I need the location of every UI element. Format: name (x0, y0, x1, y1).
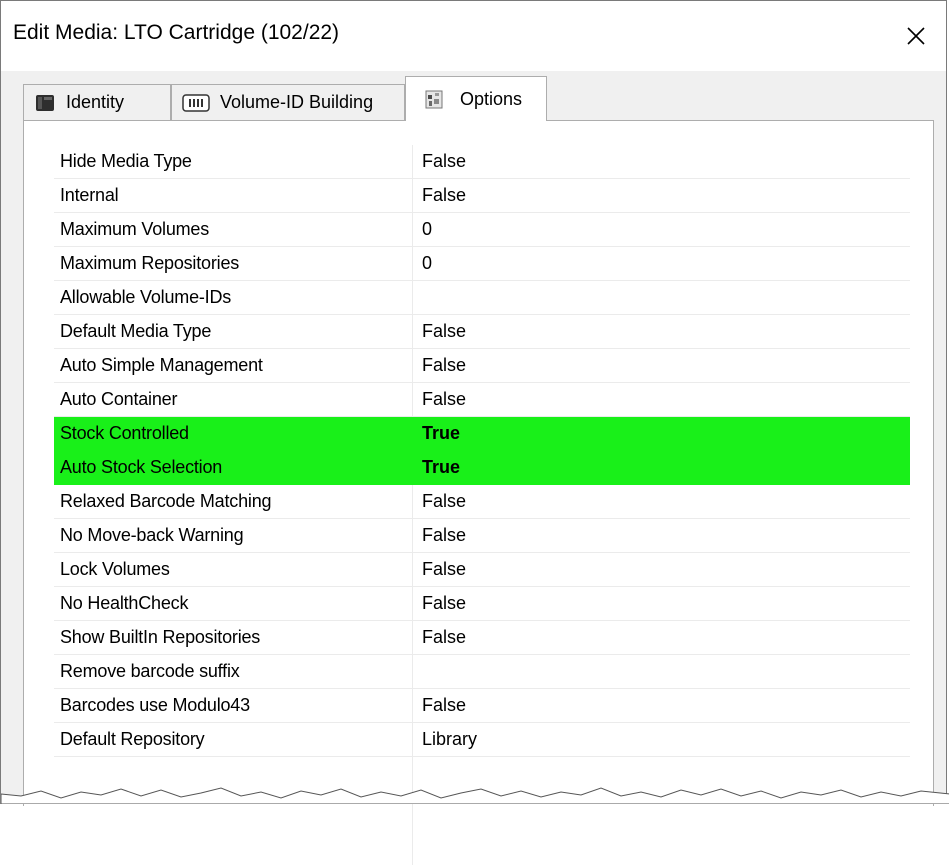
property-name: Allowable Volume-IDs (60, 287, 232, 307)
property-value[interactable]: False (422, 593, 466, 614)
property-value[interactable]: Library (422, 729, 477, 750)
property-value[interactable]: False (422, 389, 466, 410)
property-name: Lock Volumes (60, 559, 170, 579)
close-icon (907, 27, 925, 45)
property-row[interactable]: Maximum Repositories 0 (54, 247, 910, 281)
property-name: Default Media Type (60, 321, 212, 341)
torn-edge (1, 787, 949, 804)
options-panel: Hide Media Type False Internal False Max… (23, 120, 934, 865)
property-row[interactable]: Show BuiltIn Repositories False (54, 621, 910, 655)
property-row[interactable]: No Move-back Warning False (54, 519, 910, 553)
property-row[interactable]: Auto Container False (54, 383, 910, 417)
tab-volume-id-building[interactable]: Volume-ID Building (171, 84, 405, 120)
property-row[interactable]: Lock Volumes False (54, 553, 910, 587)
property-grid: Hide Media Type False Internal False Max… (54, 145, 910, 865)
options-icon (424, 88, 444, 110)
tab-volume-id-building-label: Volume-ID Building (220, 92, 374, 112)
property-row[interactable]: Allowable Volume-IDs (54, 281, 910, 315)
property-row[interactable]: Default Repository Library (54, 723, 910, 757)
property-value[interactable]: False (422, 491, 466, 512)
tab-options-label: Options (460, 88, 523, 109)
property-name: Show BuiltIn Repositories (60, 627, 261, 647)
property-row[interactable]: Hide Media Type False (54, 145, 910, 179)
property-row-highlighted[interactable]: Stock Controlled True (54, 417, 910, 451)
property-value[interactable]: False (422, 321, 466, 342)
property-value[interactable]: False (422, 525, 466, 546)
property-value[interactable]: False (422, 185, 466, 206)
title-bar: Edit Media: LTO Cartridge (102/22) (1, 1, 946, 71)
property-value[interactable]: False (422, 151, 466, 172)
property-name: No HealthCheck (60, 593, 189, 613)
property-value[interactable]: False (422, 355, 466, 376)
property-name: Default Repository (60, 729, 205, 749)
property-name: Auto Stock Selection (60, 457, 223, 477)
close-button[interactable] (886, 1, 946, 71)
tab-identity-label: Identity (66, 92, 125, 112)
property-row[interactable]: Default Media Type False (54, 315, 910, 349)
edit-media-dialog: Edit Media: LTO Cartridge (102/22) Ident… (0, 0, 949, 865)
property-row[interactable]: Maximum Volumes 0 (54, 213, 910, 247)
barcode-icon (182, 93, 210, 112)
property-row[interactable]: No HealthCheck False (54, 587, 910, 621)
window-title: Edit Media: LTO Cartridge (102/22) (13, 21, 340, 44)
property-row[interactable]: Barcodes use Modulo43 False (54, 689, 910, 723)
property-value[interactable]: 0 (422, 253, 432, 274)
property-name: Auto Container (60, 389, 178, 409)
property-name: Stock Controlled (60, 423, 189, 443)
property-name: Relaxed Barcode Matching (60, 491, 272, 511)
property-name: Maximum Volumes (60, 219, 210, 239)
property-value[interactable]: True (422, 457, 460, 478)
property-value[interactable]: True (422, 423, 460, 444)
property-row[interactable]: Auto Simple Management False (54, 349, 910, 383)
property-row[interactable]: Remove barcode suffix (54, 655, 910, 689)
property-row[interactable]: Relaxed Barcode Matching False (54, 485, 910, 519)
property-row[interactable]: Internal False (54, 179, 910, 213)
property-value[interactable]: 0 (422, 219, 432, 240)
property-value[interactable]: False (422, 559, 466, 580)
property-name: Auto Simple Management (60, 355, 263, 375)
tab-identity[interactable]: Identity (23, 84, 171, 120)
property-name: Maximum Repositories (60, 253, 240, 273)
property-name: No Move-back Warning (60, 525, 244, 545)
tab-options[interactable]: Options (405, 76, 547, 121)
property-name: Barcodes use Modulo43 (60, 695, 250, 715)
property-row-highlighted[interactable]: Auto Stock Selection True (54, 451, 910, 485)
property-name: Hide Media Type (60, 151, 192, 171)
property-name: Remove barcode suffix (60, 661, 240, 681)
property-value[interactable]: False (422, 627, 466, 648)
property-value[interactable]: False (422, 695, 466, 716)
cartridge-icon (34, 93, 56, 113)
property-name: Internal (60, 185, 119, 205)
dialog-client-area: Identity Volume-ID Building Options Hide… (1, 71, 946, 865)
